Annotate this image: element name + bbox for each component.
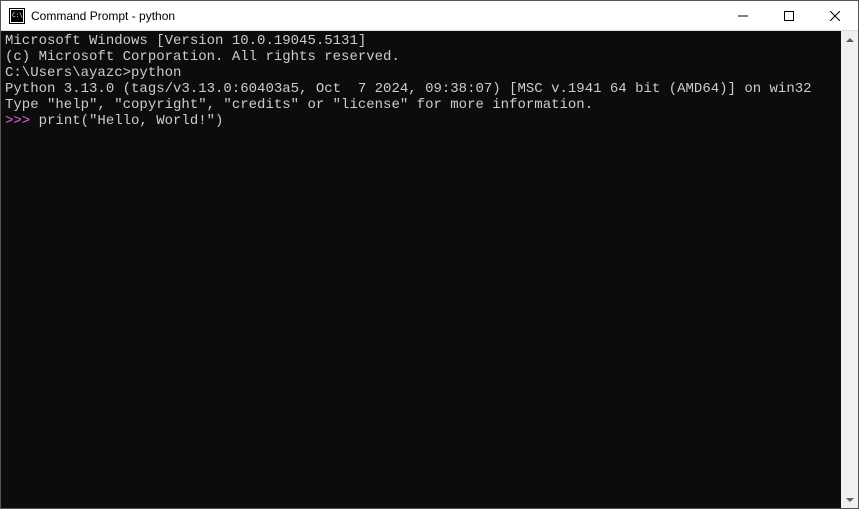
window-title: Command Prompt - python (31, 9, 720, 23)
terminal[interactable]: Microsoft Windows [Version 10.0.19045.51… (1, 31, 841, 508)
window-controls (720, 1, 858, 30)
python-prompt: >>> (5, 113, 39, 129)
scrollbar-track[interactable] (841, 48, 858, 491)
terminal-line: Python 3.13.0 (tags/v3.13.0:60403a5, Oct… (5, 81, 837, 97)
terminal-line: Microsoft Windows [Version 10.0.19045.51… (5, 33, 837, 49)
terminal-area: Microsoft Windows [Version 10.0.19045.51… (1, 31, 858, 508)
terminal-line: (c) Microsoft Corporation. All rights re… (5, 49, 837, 65)
cmd-icon: C:\ (9, 8, 25, 24)
svg-text:C:\: C:\ (12, 12, 23, 19)
command-prompt-window: C:\ Command Prompt - python Microsoft Wi… (0, 0, 859, 509)
scrollbar (841, 31, 858, 508)
maximize-button[interactable] (766, 1, 812, 30)
terminal-line: C:\Users\ayazc>python (5, 65, 837, 81)
cmd-prompt: C:\Users\ayazc> (5, 65, 131, 81)
python-input: print("Hello, World!") (39, 113, 224, 129)
scroll-up-button[interactable] (841, 31, 858, 48)
terminal-line: Type "help", "copyright", "credits" or "… (5, 97, 837, 113)
cmd-command: python (131, 65, 181, 81)
titlebar: C:\ Command Prompt - python (1, 1, 858, 31)
scroll-down-button[interactable] (841, 491, 858, 508)
terminal-line: >>> print("Hello, World!") (5, 113, 837, 129)
minimize-button[interactable] (720, 1, 766, 30)
close-button[interactable] (812, 1, 858, 30)
